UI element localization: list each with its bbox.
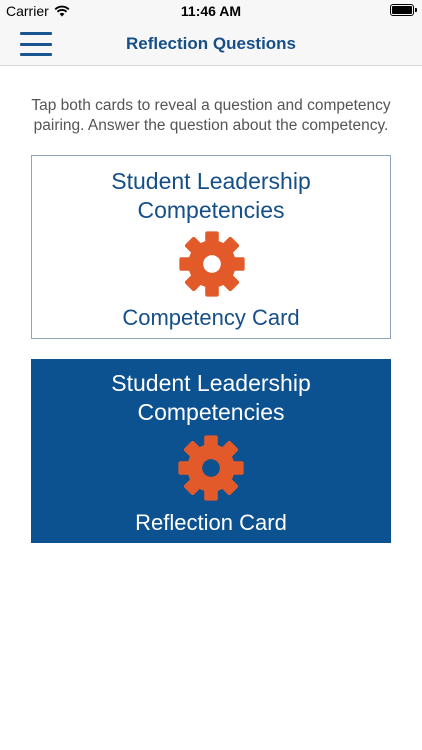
nav-bar: Reflection Questions	[0, 22, 422, 66]
instructions-text: Tap both cards to reveal a question and …	[31, 97, 391, 134]
gear-icon	[179, 231, 245, 297]
battery-outline	[390, 4, 417, 16]
battery-icon	[390, 4, 417, 16]
card-heading-line1: Student Leadership	[111, 168, 311, 194]
card-heading-line2: Competencies	[137, 399, 285, 425]
page-title: Reflection Questions	[125, 34, 297, 53]
status-time: 11:46 AM	[180, 3, 242, 19]
battery-fill	[392, 6, 412, 14]
competency-card[interactable]: Student Leadership Competencies Competen…	[31, 155, 391, 339]
gear-icon	[178, 435, 244, 501]
card-heading: Student Leadership Competencies	[32, 167, 390, 225]
reflection-card[interactable]: Student Leadership Competencies Reflecti…	[31, 359, 391, 543]
card-label: Reflection Card	[135, 510, 287, 535]
card-heading-line2: Competencies	[137, 197, 285, 223]
card-heading-line1: Student Leadership	[111, 370, 311, 396]
status-bar: Carrier 11:46 AM	[0, 0, 422, 22]
card-label: Competency Card	[122, 305, 300, 330]
card-heading: Student Leadership Competencies	[31, 369, 391, 427]
